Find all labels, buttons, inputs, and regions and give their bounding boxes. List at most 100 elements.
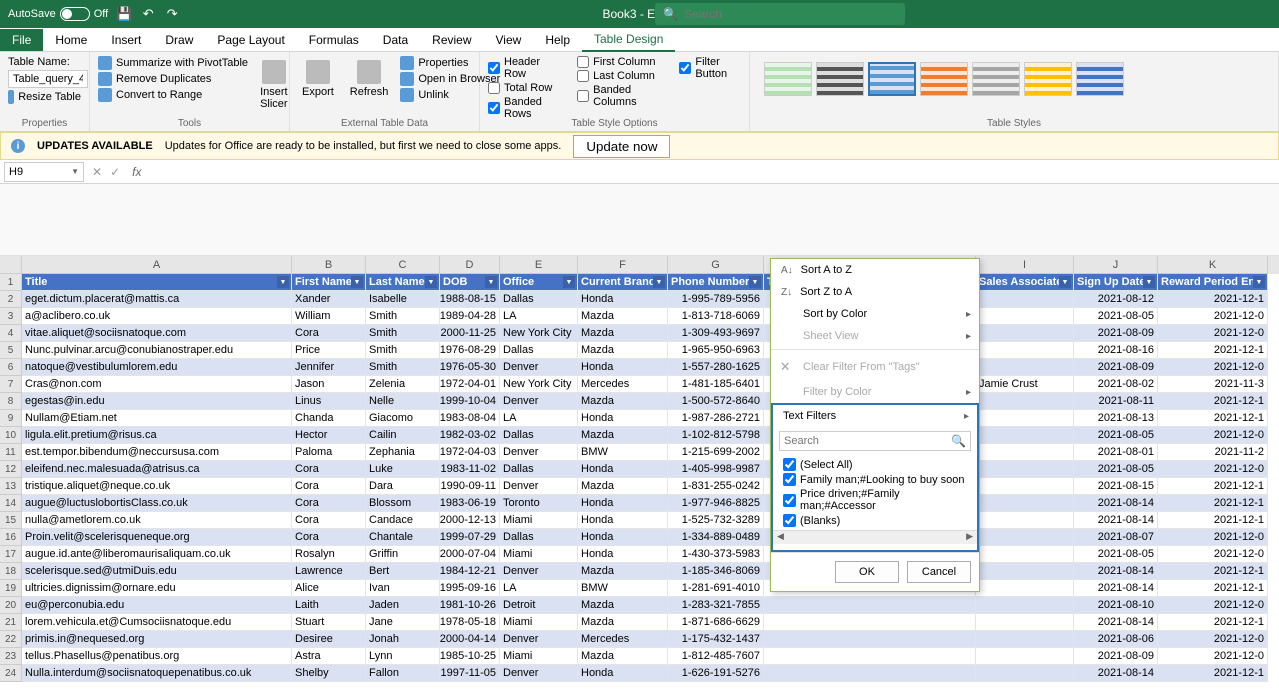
cell[interactable]	[976, 342, 1074, 359]
cell[interactable]: Honda	[578, 529, 668, 546]
col-header[interactable]: K	[1158, 256, 1268, 274]
row-header[interactable]: 24	[0, 665, 22, 682]
cell[interactable]: 2021-08-14	[1074, 580, 1158, 597]
cell[interactable]: Chanda	[292, 410, 366, 427]
cell[interactable]: 2021-12-1	[1158, 291, 1268, 308]
row-header[interactable]: 8	[0, 393, 22, 410]
cell[interactable]: 2021-08-10	[1074, 597, 1158, 614]
cell[interactable]: 2021-12-1	[1158, 478, 1268, 495]
cell[interactable]	[976, 291, 1074, 308]
cell[interactable]	[764, 614, 976, 631]
cell[interactable]	[976, 444, 1074, 461]
cell[interactable]: 2021-12-0	[1158, 325, 1268, 342]
cell[interactable]: nulla@ametlorem.co.uk	[22, 512, 292, 529]
cell[interactable]: 2021-08-13	[1074, 410, 1158, 427]
cell[interactable]: 2021-08-14	[1074, 495, 1158, 512]
cell[interactable]: lorem.vehicula.et@Cumsociisnatoque.edu	[22, 614, 292, 631]
cell[interactable]: Denver	[500, 665, 578, 682]
cell[interactable]: 1976-08-29	[440, 342, 500, 359]
menu-view[interactable]: View	[484, 29, 534, 51]
cell[interactable]: 1-102-812-5798	[668, 427, 764, 444]
redo-icon[interactable]: ↷	[164, 6, 180, 22]
cell[interactable]: 1-626-191-5276	[668, 665, 764, 682]
cell[interactable]: Denver	[500, 393, 578, 410]
cell[interactable]: Dallas	[500, 342, 578, 359]
cell[interactable]: Cora	[292, 529, 366, 546]
cell[interactable]: 2021-12-1	[1158, 580, 1268, 597]
cell[interactable]: 2021-12-1	[1158, 614, 1268, 631]
sort-a-to-z[interactable]: A↓Sort A to Z	[771, 259, 979, 281]
cell[interactable]: Astra	[292, 648, 366, 665]
cell[interactable]: Mazda	[578, 308, 668, 325]
cell[interactable]: 2021-12-1	[1158, 563, 1268, 580]
cell[interactable]: Paloma	[292, 444, 366, 461]
cell[interactable]: 1989-04-28	[440, 308, 500, 325]
cell[interactable]: Honda	[578, 512, 668, 529]
filter-ok-button[interactable]: OK	[835, 561, 899, 583]
cell[interactable]: Jaden	[366, 597, 440, 614]
filter-opt[interactable]: Price driven;#Family man;#Accessor	[783, 487, 967, 513]
name-box[interactable]: H9▼	[4, 162, 84, 182]
cell[interactable]: 1978-05-18	[440, 614, 500, 631]
cell[interactable]: LA	[500, 410, 578, 427]
cell[interactable]	[976, 597, 1074, 614]
row-header[interactable]: 14	[0, 495, 22, 512]
cell[interactable]: 2021-08-06	[1074, 631, 1158, 648]
menu-draw[interactable]: Draw	[153, 29, 205, 51]
cell[interactable]	[764, 597, 976, 614]
row-header[interactable]: 16	[0, 529, 22, 546]
row-header[interactable]: 9	[0, 410, 22, 427]
filter-dropdown-icon[interactable]: ▼	[425, 276, 437, 288]
cell[interactable]: LA	[500, 580, 578, 597]
menu-formulas[interactable]: Formulas	[297, 29, 371, 51]
fx-icon[interactable]: fx	[128, 165, 145, 179]
cell[interactable]: 2000-07-04	[440, 546, 500, 563]
cell[interactable]: Chantale	[366, 529, 440, 546]
row-header[interactable]: 12	[0, 461, 22, 478]
cell[interactable]: Ivan	[366, 580, 440, 597]
col-header[interactable]: A	[22, 256, 292, 274]
cell[interactable]: Miami	[500, 546, 578, 563]
cell[interactable]	[976, 563, 1074, 580]
row-header[interactable]: 17	[0, 546, 22, 563]
cell[interactable]: 2000-04-14	[440, 631, 500, 648]
cell[interactable]: Hector	[292, 427, 366, 444]
cell[interactable]	[976, 546, 1074, 563]
table-header-cell[interactable]: DOB▼	[440, 274, 500, 291]
cell[interactable]	[976, 393, 1074, 410]
cell[interactable]: Griffin	[366, 546, 440, 563]
cell[interactable]: New York City	[500, 376, 578, 393]
cell[interactable]	[976, 461, 1074, 478]
cell[interactable]: BMW	[578, 580, 668, 597]
row-header[interactable]: 5	[0, 342, 22, 359]
chk-filter-btn[interactable]: Filter Button	[679, 56, 741, 80]
cell[interactable]: 2021-08-09	[1074, 359, 1158, 376]
cell[interactable]: 1-334-889-0489	[668, 529, 764, 546]
row-header[interactable]: 23	[0, 648, 22, 665]
cell[interactable]: 2021-12-1	[1158, 410, 1268, 427]
cell[interactable]: 2021-12-0	[1158, 648, 1268, 665]
chk-first-col[interactable]: First Column	[577, 56, 659, 68]
cell[interactable]: New York City	[500, 325, 578, 342]
cell[interactable]: 1-965-950-6963	[668, 342, 764, 359]
cell[interactable]: 1999-07-29	[440, 529, 500, 546]
style-swatch[interactable]	[868, 62, 916, 96]
style-swatch[interactable]	[920, 62, 968, 96]
cell[interactable]: Dara	[366, 478, 440, 495]
filter-opt-select-all[interactable]: (Select All)	[783, 457, 967, 472]
cell[interactable]: Honda	[578, 495, 668, 512]
cancel-icon[interactable]: ✕	[92, 165, 102, 179]
menu-home[interactable]: Home	[43, 29, 99, 51]
chevron-down-icon[interactable]: ▼	[71, 167, 79, 176]
cell[interactable]: Mercedes	[578, 631, 668, 648]
cell[interactable]: 2021-12-0	[1158, 546, 1268, 563]
cell[interactable]	[764, 631, 976, 648]
row-header[interactable]: 6	[0, 359, 22, 376]
row-header[interactable]: 13	[0, 478, 22, 495]
filter-dropdown-icon[interactable]: ▼	[1059, 276, 1071, 288]
cell[interactable]: 2021-08-09	[1074, 648, 1158, 665]
row-header[interactable]: 20	[0, 597, 22, 614]
cell[interactable]: 2021-08-14	[1074, 614, 1158, 631]
cell[interactable]: Jonah	[366, 631, 440, 648]
cell[interactable]	[764, 648, 976, 665]
